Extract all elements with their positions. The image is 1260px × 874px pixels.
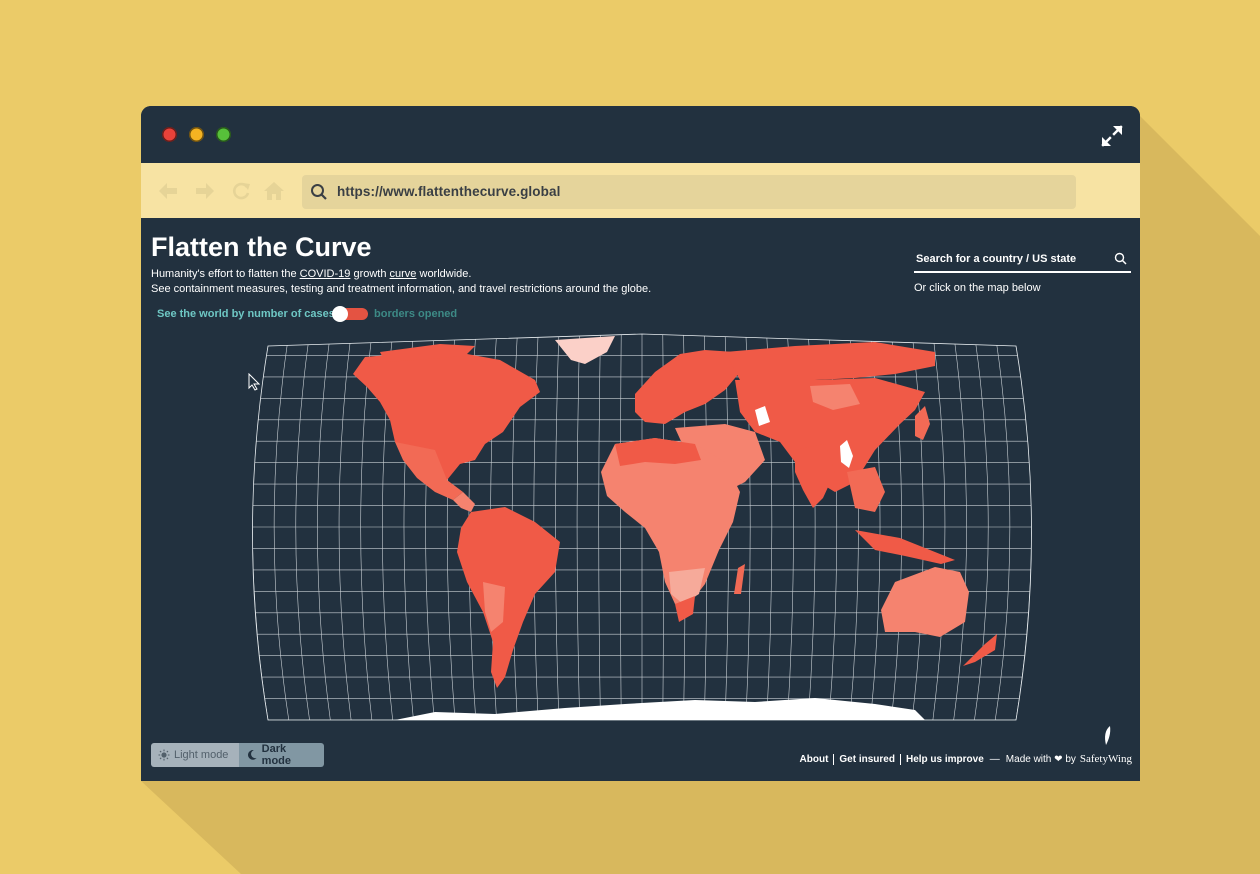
- moon-icon: [248, 750, 257, 760]
- footer-link-get-insured[interactable]: Get insured: [839, 754, 895, 765]
- close-window-button[interactable]: [162, 127, 177, 142]
- toggle-label-borders[interactable]: borders opened: [374, 308, 457, 320]
- subtitle-line-1: Humanity's effort to flatten the COVID-1…: [151, 268, 471, 280]
- home-icon[interactable]: [263, 180, 285, 202]
- country-new-zealand[interactable]: [963, 634, 997, 666]
- world-map[interactable]: [235, 332, 1049, 734]
- search-icon[interactable]: [1114, 252, 1127, 265]
- mouse-cursor-icon: [248, 373, 260, 391]
- country-greenland[interactable]: [555, 336, 615, 364]
- safetywing-feather-icon: [1105, 726, 1111, 745]
- continents: [353, 336, 997, 720]
- country-europe[interactable]: [635, 350, 740, 424]
- address-bar[interactable]: https://www.flattenthecurve.global: [302, 175, 1076, 209]
- subtitle-text: worldwide.: [416, 268, 472, 280]
- dark-mode-label: Dark mode: [261, 743, 292, 767]
- browser-window: https://www.flattenthecurve.global Flatt…: [141, 106, 1140, 781]
- covid-19-link[interactable]: COVID-19: [300, 268, 351, 280]
- footer-link-about[interactable]: About: [800, 754, 829, 765]
- light-mode-button[interactable]: Light mode: [151, 743, 239, 767]
- country-australia[interactable]: [881, 567, 969, 637]
- expand-arrows-icon[interactable]: [1100, 124, 1124, 148]
- by-text: by: [1065, 753, 1076, 765]
- dark-mode-button[interactable]: Dark mode: [239, 743, 324, 767]
- page-content: Flatten the Curve Humanity's effort to f…: [141, 218, 1140, 781]
- footer-link-help-us-improve[interactable]: Help us improve: [906, 754, 984, 765]
- country-search[interactable]: [914, 248, 1131, 273]
- zoom-window-button[interactable]: [216, 127, 231, 142]
- theme-switch[interactable]: Light mode Dark mode: [151, 743, 324, 767]
- borders-toggle[interactable]: [332, 306, 368, 322]
- country-japan[interactable]: [915, 406, 930, 440]
- light-mode-label: Light mode: [174, 749, 229, 761]
- country-russia[interactable]: [725, 342, 935, 384]
- url-text[interactable]: https://www.flattenthecurve.global: [337, 184, 560, 199]
- country-north-america[interactable]: [353, 350, 540, 482]
- footer-separator: [833, 753, 835, 765]
- heart-icon: ❤: [1054, 753, 1063, 765]
- forward-arrow-icon[interactable]: [194, 180, 216, 202]
- subtitle-text: growth: [350, 268, 390, 280]
- reload-icon[interactable]: [230, 180, 252, 202]
- toggle-label-cases[interactable]: See the world by number of cases: [157, 308, 335, 320]
- curve-link[interactable]: curve: [390, 268, 417, 280]
- subtitle-line-2: See containment measures, testing and tr…: [151, 283, 652, 295]
- browser-toolbar: https://www.flattenthecurve.global: [141, 163, 1140, 218]
- minimize-window-button[interactable]: [189, 127, 204, 142]
- toggle-knob[interactable]: [332, 306, 348, 322]
- country-search-input[interactable]: [914, 248, 1114, 270]
- search-hint: Or click on the map below: [914, 282, 1041, 294]
- back-arrow-icon[interactable]: [157, 180, 179, 202]
- footer-dash: —: [989, 753, 1000, 765]
- made-with-text: Made with: [1005, 753, 1052, 765]
- subtitle-text: Humanity's effort to flatten the: [151, 268, 300, 280]
- title-bar: [141, 106, 1140, 163]
- search-icon: [311, 184, 327, 200]
- safetywing-brand[interactable]: SafetyWing: [1080, 753, 1132, 765]
- country-indonesia[interactable]: [855, 530, 955, 564]
- country-madagascar[interactable]: [734, 564, 745, 594]
- footer-separator: [899, 753, 901, 765]
- footer: About Get insured Help us improve — Made…: [800, 753, 1132, 765]
- page-title: Flatten the Curve: [151, 232, 372, 262]
- sun-icon: [158, 749, 170, 761]
